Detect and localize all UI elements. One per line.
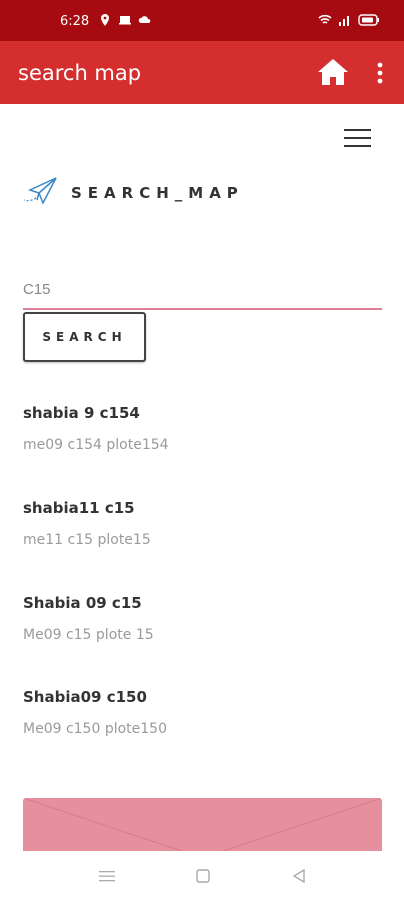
signal-icon — [339, 16, 349, 26]
status-system-icons — [318, 13, 380, 27]
result-title: Shabia09 c150 — [23, 688, 147, 706]
result-subtitle: Me09 c150 plote150 — [23, 721, 167, 737]
hamburger-line — [344, 129, 371, 131]
result-item[interactable]: shabia11 c15 me11 c15 plote15 — [23, 499, 363, 548]
app-bar: search map — [0, 41, 404, 104]
result-title: Shabia 09 c15 — [23, 594, 142, 612]
status-notification-icons — [98, 13, 152, 27]
status-bar: 6:28 — [0, 0, 404, 41]
search-input[interactable] — [23, 270, 382, 310]
home-icon[interactable] — [316, 57, 350, 87]
brand-name: SEARCH_MAP — [71, 184, 244, 202]
app-title: search map — [18, 61, 142, 85]
hamburger-line — [344, 145, 371, 147]
hamburger-line — [344, 137, 371, 139]
result-subtitle: me09 c154 plote154 — [23, 437, 169, 453]
result-title: shabia11 c15 — [23, 499, 135, 517]
wifi-icon — [318, 14, 332, 24]
location-icon — [101, 14, 109, 26]
result-item[interactable]: Shabia 09 c15 Me09 c15 plote 15 — [23, 594, 363, 643]
more-vert-icon[interactable] — [370, 59, 390, 87]
search-button[interactable]: SEARCH — [23, 312, 146, 362]
system-nav-bar — [0, 851, 404, 900]
result-item[interactable]: Shabia09 c150 Me09 c150 plote150 — [23, 688, 363, 737]
home-nav-icon[interactable] — [194, 868, 212, 884]
battery-icon — [358, 14, 379, 26]
footer-card — [23, 798, 382, 858]
status-time: 6:28 — [60, 14, 90, 29]
laptop-icon — [119, 16, 131, 25]
result-subtitle: Me09 c15 plote 15 — [23, 627, 154, 643]
result-title: shabia 9 c154 — [23, 404, 140, 422]
hamburger-menu-icon[interactable] — [344, 129, 374, 151]
result-subtitle: me11 c15 plote15 — [23, 532, 151, 548]
envelope-pattern — [23, 798, 382, 858]
result-item[interactable]: shabia 9 c154 me09 c154 plote154 — [23, 404, 363, 453]
back-icon[interactable] — [290, 868, 308, 884]
recent-apps-icon[interactable] — [98, 868, 116, 884]
paper-plane-icon — [23, 177, 57, 205]
cloud-icon — [138, 16, 151, 23]
